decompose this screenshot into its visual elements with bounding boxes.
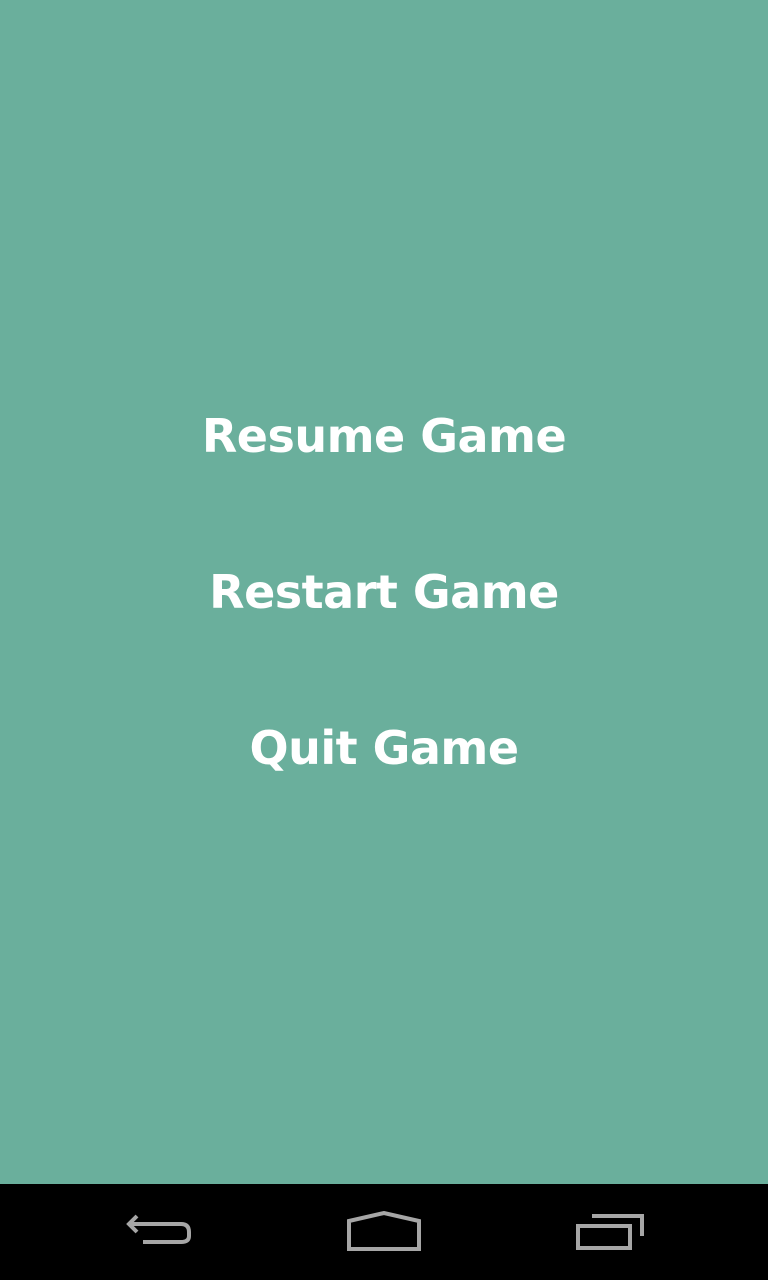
recent-apps-button[interactable] (550, 1184, 670, 1280)
system-navigation-bar (0, 1184, 768, 1280)
resume-game-button[interactable]: Resume Game (0, 408, 768, 464)
home-icon (347, 1211, 421, 1251)
restart-game-button[interactable]: Restart Game (0, 564, 768, 620)
back-icon (126, 1214, 191, 1244)
back-button[interactable] (100, 1184, 220, 1280)
pause-menu: Resume Game Restart Game Quit Game (0, 0, 768, 1184)
home-button[interactable] (324, 1184, 444, 1280)
pause-menu-screen: Resume Game Restart Game Quit Game (0, 0, 768, 1280)
recent-apps-icon (576, 1214, 644, 1250)
quit-game-button[interactable]: Quit Game (0, 720, 768, 776)
